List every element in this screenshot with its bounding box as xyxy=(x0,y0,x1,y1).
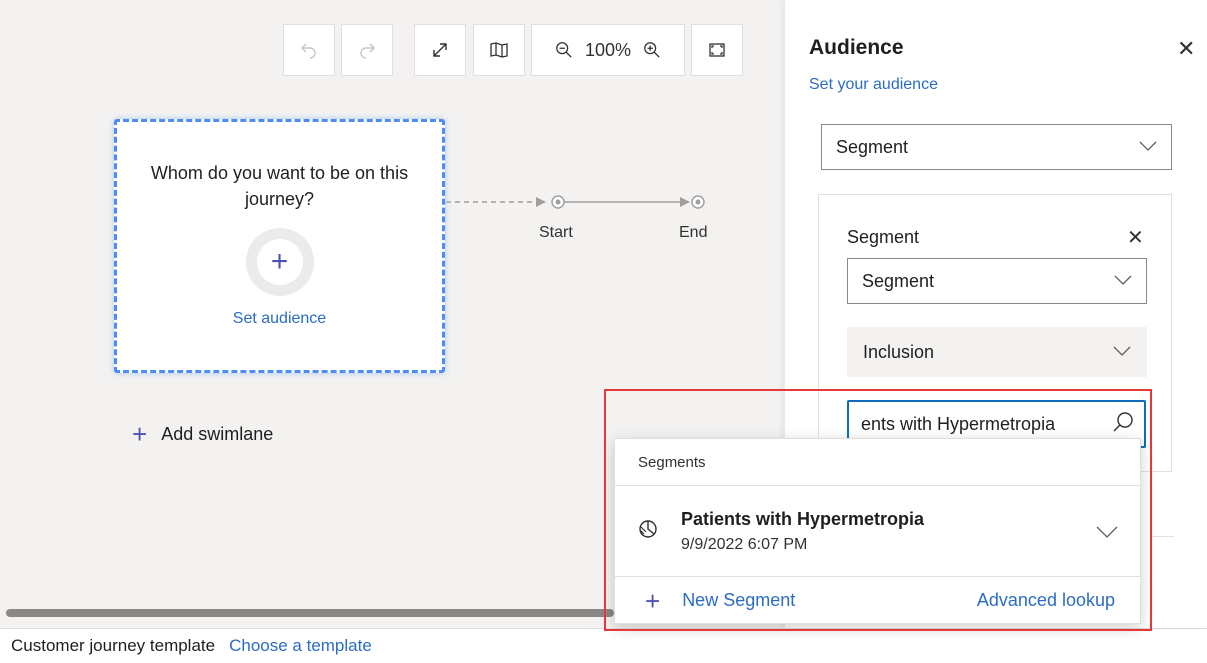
undo-icon xyxy=(299,40,319,60)
zoom-in-icon[interactable] xyxy=(643,41,661,59)
segment-select-value: Segment xyxy=(862,270,935,291)
advanced-lookup-link[interactable]: Advanced lookup xyxy=(977,590,1115,611)
zoom-level: 100% xyxy=(584,39,632,60)
start-label: Start xyxy=(539,224,573,241)
expand-button[interactable] xyxy=(414,24,466,76)
inclusion-value: Inclusion xyxy=(863,341,935,362)
plus-icon: + xyxy=(132,419,148,449)
set-audience-link[interactable]: Set audience xyxy=(117,310,442,328)
segments-header: Segments xyxy=(615,439,1140,486)
zoom-controls: 100% xyxy=(531,24,685,76)
redo-icon xyxy=(357,40,377,60)
redo-button[interactable] xyxy=(341,24,393,76)
flow-connector xyxy=(446,195,705,209)
divider xyxy=(1152,536,1174,537)
add-swimlane-button[interactable]: + Add swimlane xyxy=(132,421,273,447)
segments-dropdown: Segments Patients with Hypermetropia 9/9… xyxy=(614,438,1141,624)
segment-icon xyxy=(637,518,659,545)
choose-template-link[interactable]: Choose a template xyxy=(229,636,372,656)
segment-name: Patients with Hypermetropia xyxy=(681,508,925,529)
end-label: End xyxy=(679,224,708,241)
map-icon xyxy=(489,40,509,60)
chevron-down-icon[interactable] xyxy=(1096,522,1118,543)
fit-to-screen-icon xyxy=(707,40,727,60)
inclusion-select[interactable]: Inclusion xyxy=(847,327,1147,377)
segment-select[interactable]: Segment xyxy=(847,258,1147,304)
new-segment-button[interactable]: + New Segment xyxy=(645,588,795,614)
audience-type-select[interactable]: Segment xyxy=(821,124,1172,170)
search-icon[interactable] xyxy=(1112,411,1134,438)
segment-group-title: Segment xyxy=(847,227,920,247)
chevron-down-icon xyxy=(1114,272,1132,290)
panel-title: Audience xyxy=(809,36,904,59)
horizontal-scrollbar[interactable] xyxy=(6,609,614,617)
minimap-button[interactable] xyxy=(473,24,525,76)
footer-bar: Customer journey template Choose a templ… xyxy=(0,628,1207,663)
list-item[interactable]: Patients with Hypermetropia 9/9/2022 6:0… xyxy=(615,486,1140,576)
remove-segment-icon[interactable]: ✕ xyxy=(1127,225,1144,250)
chevron-down-icon xyxy=(1113,343,1131,361)
expand-icon xyxy=(430,40,450,60)
fit-to-screen-button[interactable] xyxy=(691,24,743,76)
close-icon[interactable]: ✕ xyxy=(1177,36,1195,62)
plus-icon: + xyxy=(645,585,661,616)
segment-date: 9/9/2022 6:07 PM xyxy=(681,535,808,553)
segments-footer: + New Segment Advanced lookup xyxy=(615,576,1140,624)
chevron-down-icon xyxy=(1139,138,1157,156)
audience-type-value: Segment xyxy=(836,136,909,157)
plus-icon: + xyxy=(256,239,303,285)
new-segment-label: New Segment xyxy=(682,590,796,610)
journey-flow: Start End xyxy=(446,192,766,252)
audience-question: Whom do you want to be on this journey? xyxy=(150,163,409,209)
zoom-out-icon[interactable] xyxy=(555,41,573,59)
add-audience-button[interactable]: + xyxy=(245,228,314,296)
undo-button[interactable] xyxy=(283,24,335,76)
add-swimlane-label: Add swimlane xyxy=(161,423,274,444)
search-value: ents with Hypermetropia xyxy=(861,413,1056,434)
audience-tile[interactable]: Whom do you want to be on this journey? … xyxy=(114,119,445,373)
panel-subtitle: Set your audience xyxy=(809,76,938,93)
template-label: Customer journey template xyxy=(11,636,216,655)
